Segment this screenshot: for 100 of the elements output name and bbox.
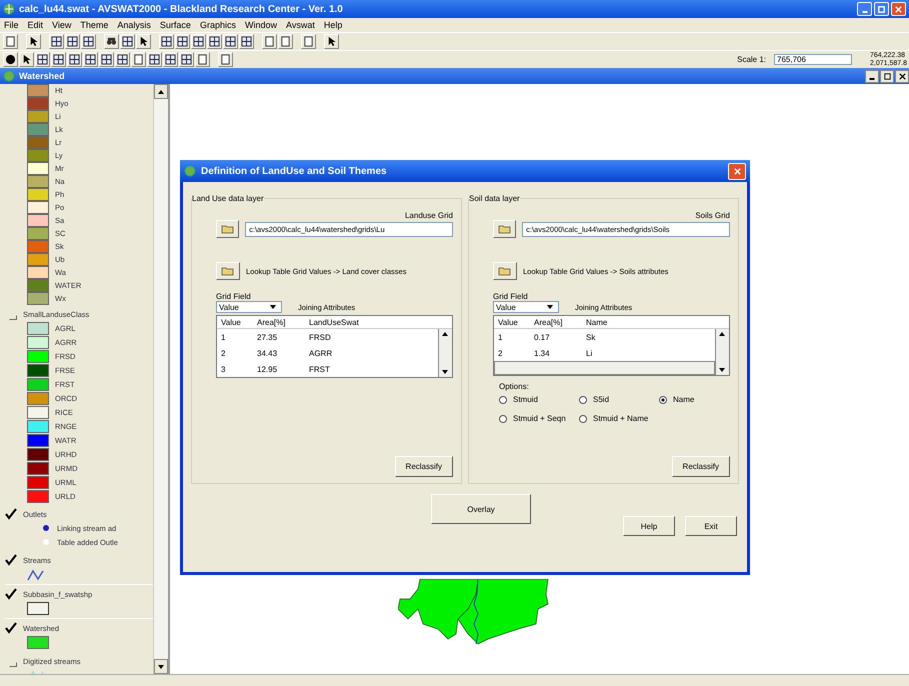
toolbar-button[interactable] [223,34,238,49]
option-radio[interactable]: Name [659,395,739,404]
caret-icon [547,305,553,309]
toolbar-button[interactable] [104,34,119,49]
toolbar-button[interactable] [262,34,277,49]
toolbar-button[interactable] [19,52,34,67]
scale-field[interactable]: 765,706 [774,54,852,65]
toolbar-button[interactable] [191,34,206,49]
page-icon [264,36,275,47]
menu-item[interactable]: Edit [28,20,44,30]
scrollbar[interactable] [153,84,168,674]
toolbar-button[interactable] [67,52,82,67]
option-radio[interactable]: Stmuid + Seqn [499,414,579,423]
folder-icon [498,266,512,276]
toolbar-button[interactable] [278,34,293,49]
grid-field-dropdown[interactable]: Value [216,301,282,313]
page-icon [5,36,16,47]
toolbar-button[interactable] [3,34,18,49]
grid-icon [122,36,133,47]
toolbar-button[interactable] [65,34,80,49]
vertical-scrollbar[interactable] [438,329,452,377]
browse-button[interactable] [216,262,240,280]
toolbar-button[interactable] [99,52,114,67]
column-header: Area[%] [533,318,564,326]
toolbar-button[interactable] [26,34,41,49]
horizontal-scrollbar[interactable] [494,361,715,375]
grid-icon [241,36,252,47]
toolbar-button[interactable] [159,34,174,49]
toolbar-button[interactable] [131,52,146,67]
maximize-button[interactable] [880,70,894,82]
grid-field-dropdown[interactable]: Value [493,301,559,313]
toolbar-button[interactable] [147,52,162,67]
reclassify-button[interactable]: Reclassify [394,456,453,477]
column-header: Value [497,318,519,326]
table-cell-text: 1 [220,332,226,342]
scroll-up-button[interactable] [154,84,168,99]
down-arrow-icon[interactable] [719,368,725,372]
toolbar-button[interactable] [81,34,96,49]
column-header: Name [585,318,608,326]
menu-item[interactable]: Avswat [286,20,315,30]
vertical-scrollbar[interactable] [715,329,729,375]
toolbar-button[interactable] [163,52,178,67]
toolbar-button[interactable] [301,34,316,49]
toolbar-button[interactable] [115,52,130,67]
toolbar-button[interactable] [35,52,50,67]
menu-item[interactable]: Help [324,20,342,30]
option-radio[interactable]: Stmuid [499,395,579,404]
grid-icon [193,36,204,47]
toolbar-button[interactable] [49,34,64,49]
theme-checkbox[interactable] [5,588,17,600]
reclassify-button[interactable]: Reclassify [672,456,730,477]
exit-button[interactable]: Exit [685,516,737,536]
browse-button[interactable] [216,220,240,238]
column-header: Area[%] [256,318,286,326]
menu-item[interactable]: Graphics [200,20,236,30]
option-radio[interactable]: S5id [579,395,659,404]
menu-item[interactable]: File [4,20,19,30]
option-radio[interactable]: Stmuid + Name [579,414,659,423]
toolbar-button[interactable] [179,52,194,67]
toolbar-button[interactable] [83,52,98,67]
grid-icon [83,36,94,47]
toolbar-button[interactable] [175,34,190,49]
menu-item[interactable]: Surface [160,20,191,30]
pointer-icon [21,54,32,65]
browse-button[interactable] [493,262,517,280]
close-icon [898,72,906,80]
toolbar-button[interactable] [207,34,222,49]
column-header: LandUseSwat [308,318,360,326]
grid-icon [181,54,192,65]
up-arrow-icon[interactable] [719,332,725,336]
grid-icon [225,36,236,47]
toolbar-button[interactable] [218,52,233,67]
overlay-button[interactable]: Overlay [431,494,531,524]
toolbar-button[interactable] [195,52,210,67]
menu-item[interactable]: View [52,20,72,30]
grid-label: Landuse Grid [404,211,453,220]
toolbar-button[interactable] [3,52,18,67]
check-icon [5,508,17,520]
close-button[interactable] [895,70,909,82]
theme-checkbox[interactable] [5,508,17,520]
minimize-button[interactable] [865,70,879,82]
down-arrow-icon[interactable] [442,370,448,374]
toolbar-button[interactable] [324,34,339,49]
help-button[interactable]: Help [623,516,675,536]
grid-icon [209,36,220,47]
toolbar-button[interactable] [136,34,151,49]
toolbar-button[interactable] [120,34,135,49]
pointer-icon [326,36,337,47]
menu-item[interactable]: Analysis [117,20,151,30]
browse-button[interactable] [493,220,516,238]
toolbar-button[interactable] [239,34,254,49]
theme-checkbox[interactable] [5,554,17,566]
group-label: Land Use data layer [192,194,264,203]
scroll-down-button[interactable] [154,659,168,674]
menu-item[interactable]: Theme [80,20,108,30]
up-arrow-icon[interactable] [442,332,448,336]
toolbar-button[interactable] [51,52,66,67]
menu-item[interactable]: Window [244,20,277,30]
theme-checkbox[interactable] [5,622,17,634]
table-cell-text: 34.43 [256,348,278,358]
